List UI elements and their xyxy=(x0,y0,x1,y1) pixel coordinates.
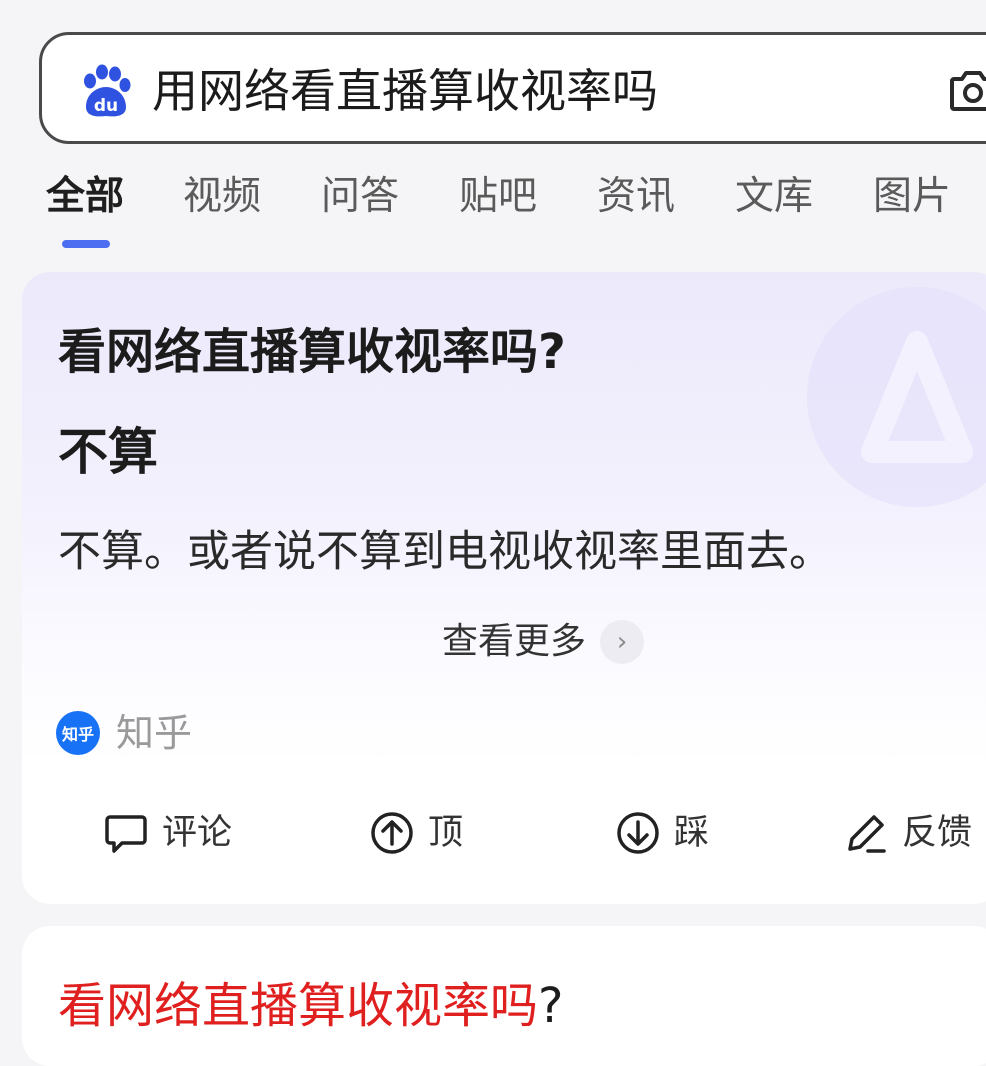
comment-bubble-icon xyxy=(105,815,147,853)
downvote-label: 踩 xyxy=(674,813,710,853)
downvote-button[interactable]: 踩 xyxy=(616,806,709,860)
active-tab-indicator xyxy=(62,240,110,248)
search-box[interactable]: du 用网络看直播算收视率吗 xyxy=(39,32,986,144)
result-title-highlight: 看网络直播算收视率吗 xyxy=(58,978,539,1034)
arrow-down-circle-icon xyxy=(617,812,659,854)
feedback-label: 反馈 xyxy=(902,813,973,853)
answer-card: 看网络直播算收视率吗? 不算 不算。或者说不算到电视收视率里面去。 查看更多 ›… xyxy=(22,272,986,904)
answer-headline: 不算 xyxy=(58,423,158,481)
search-result-card[interactable]: 看网络直播算收视率吗? xyxy=(22,926,986,1066)
pencil-icon xyxy=(848,815,886,853)
ai-logo-watermark-icon xyxy=(807,287,986,507)
tab-news[interactable]: 资讯 xyxy=(597,168,675,226)
feedback-button[interactable]: 反馈 xyxy=(844,806,972,860)
tab-images[interactable]: 图片 xyxy=(873,168,951,226)
tab-qa[interactable]: 问答 xyxy=(321,168,399,226)
result-title-rest: ? xyxy=(538,978,564,1034)
tab-wenku[interactable]: 文库 xyxy=(735,168,813,226)
view-more-button[interactable]: 查看更多 › xyxy=(442,617,645,667)
comment-label: 评论 xyxy=(162,813,233,853)
arrow-up-circle-icon xyxy=(371,812,413,854)
view-more-label: 查看更多 xyxy=(442,621,587,662)
svg-text:du: du xyxy=(94,96,118,116)
search-input[interactable]: 用网络看直播算收视率吗 xyxy=(152,61,658,121)
upvote-button[interactable]: 顶 xyxy=(370,806,463,860)
zhihu-logo-icon: 知乎 xyxy=(56,711,100,755)
result-title-link[interactable]: 看网络直播算收视率吗? xyxy=(58,974,564,1038)
tab-video[interactable]: 视频 xyxy=(183,168,261,226)
tab-tieba[interactable]: 贴吧 xyxy=(459,168,537,226)
chevron-right-icon: › xyxy=(600,620,645,664)
answer-source[interactable]: 知乎 知乎 xyxy=(56,707,192,759)
camera-icon[interactable] xyxy=(948,69,986,111)
search-tabs: 全部 视频 问答 贴吧 资讯 文库 图片 xyxy=(0,168,986,228)
upvote-label: 顶 xyxy=(428,813,464,853)
comment-button[interactable]: 评论 xyxy=(104,806,232,860)
tab-all[interactable]: 全部 xyxy=(46,168,124,226)
source-name: 知乎 xyxy=(116,711,193,755)
answer-question-title: 看网络直播算收视率吗? xyxy=(58,324,566,380)
baidu-paw-logo-icon: du xyxy=(84,64,131,117)
answer-body: 不算。或者说不算到电视收视率里面去。 xyxy=(58,527,832,577)
